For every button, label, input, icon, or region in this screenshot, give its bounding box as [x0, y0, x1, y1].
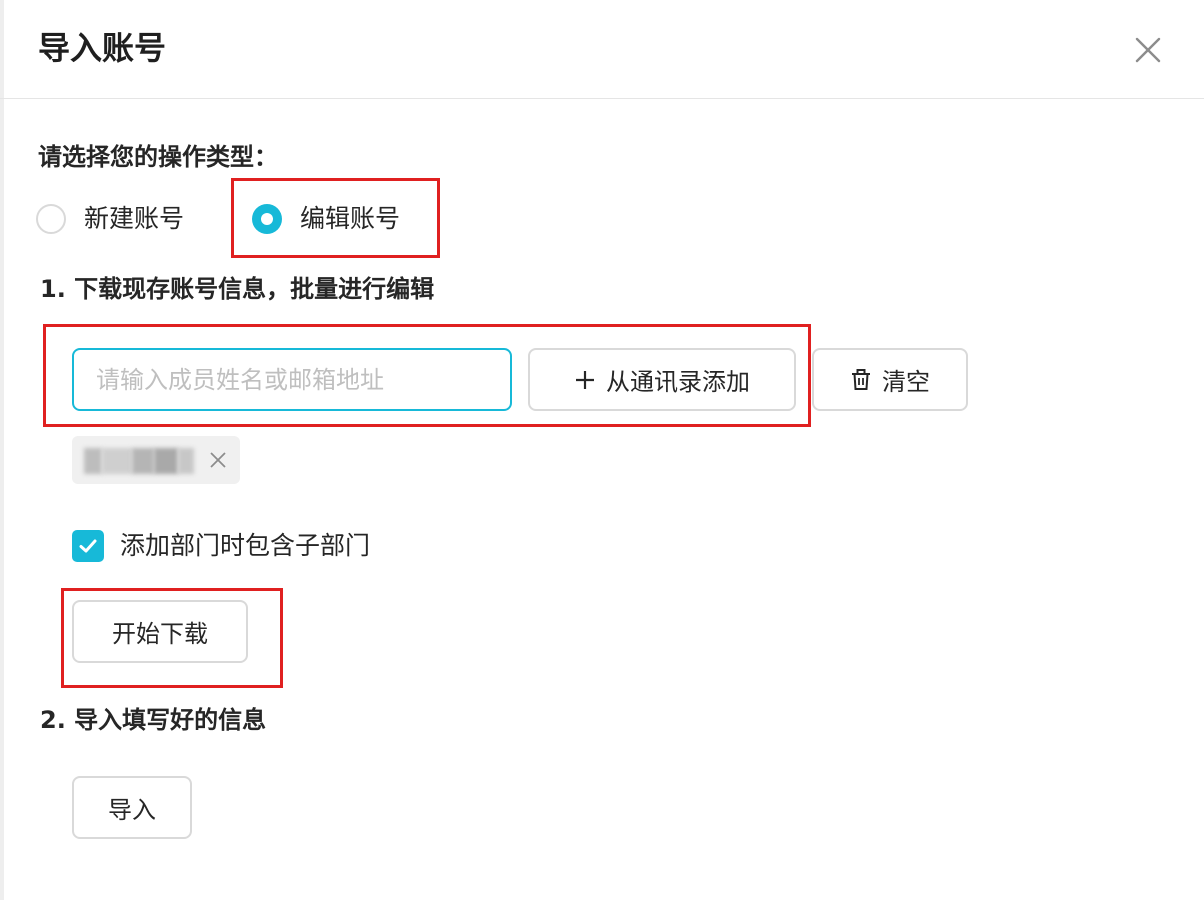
member-search-input[interactable]	[72, 348, 512, 411]
radio-edit-account-label: 编辑账号	[300, 204, 401, 233]
import-button-label: 导入	[108, 796, 156, 824]
include-subdepartments-checkbox[interactable]: 添加部门时包含子部门	[72, 528, 370, 564]
trash-icon	[850, 368, 872, 392]
import-button[interactable]: 导入	[72, 776, 192, 839]
tag-close-icon	[210, 452, 226, 468]
check-icon	[79, 539, 97, 553]
selected-member-tag	[72, 436, 240, 484]
close-button[interactable]	[1128, 30, 1168, 70]
background-edge	[0, 0, 4, 900]
start-download-label: 开始下载	[112, 620, 208, 648]
plus-icon	[574, 369, 596, 391]
import-account-dialog: 导入账号 请选择您的操作类型： 新建账号 编辑账号 1. 下载现存账号信息，批量…	[0, 0, 1204, 900]
radio-edit-account[interactable]: 编辑账号	[252, 202, 400, 236]
step2-title: 2. 导入填写好的信息	[40, 706, 267, 734]
clear-button-label: 清空	[882, 368, 930, 396]
dialog-title: 导入账号	[38, 29, 167, 67]
checkbox-checked	[72, 530, 104, 562]
start-download-button[interactable]: 开始下载	[72, 600, 248, 663]
clear-button[interactable]: 清空	[812, 348, 968, 411]
operation-type-prompt: 请选择您的操作类型：	[38, 143, 278, 171]
radio-new-account[interactable]: 新建账号	[36, 202, 184, 236]
step1-title: 1. 下载现存账号信息，批量进行编辑	[40, 275, 435, 303]
add-from-contacts-button[interactable]: 从通讯录添加	[528, 348, 796, 411]
tag-remove-button[interactable]	[206, 448, 230, 472]
radio-circle-checked	[252, 204, 282, 234]
radio-new-account-label: 新建账号	[84, 204, 185, 233]
add-from-contacts-label: 从通讯录添加	[606, 368, 750, 396]
include-subdepartments-label: 添加部门时包含子部门	[120, 531, 371, 560]
radio-circle-unchecked	[36, 204, 66, 234]
close-icon	[1135, 37, 1161, 63]
redacted-member-name	[84, 448, 194, 474]
dialog-header: 导入账号	[0, 0, 1204, 99]
